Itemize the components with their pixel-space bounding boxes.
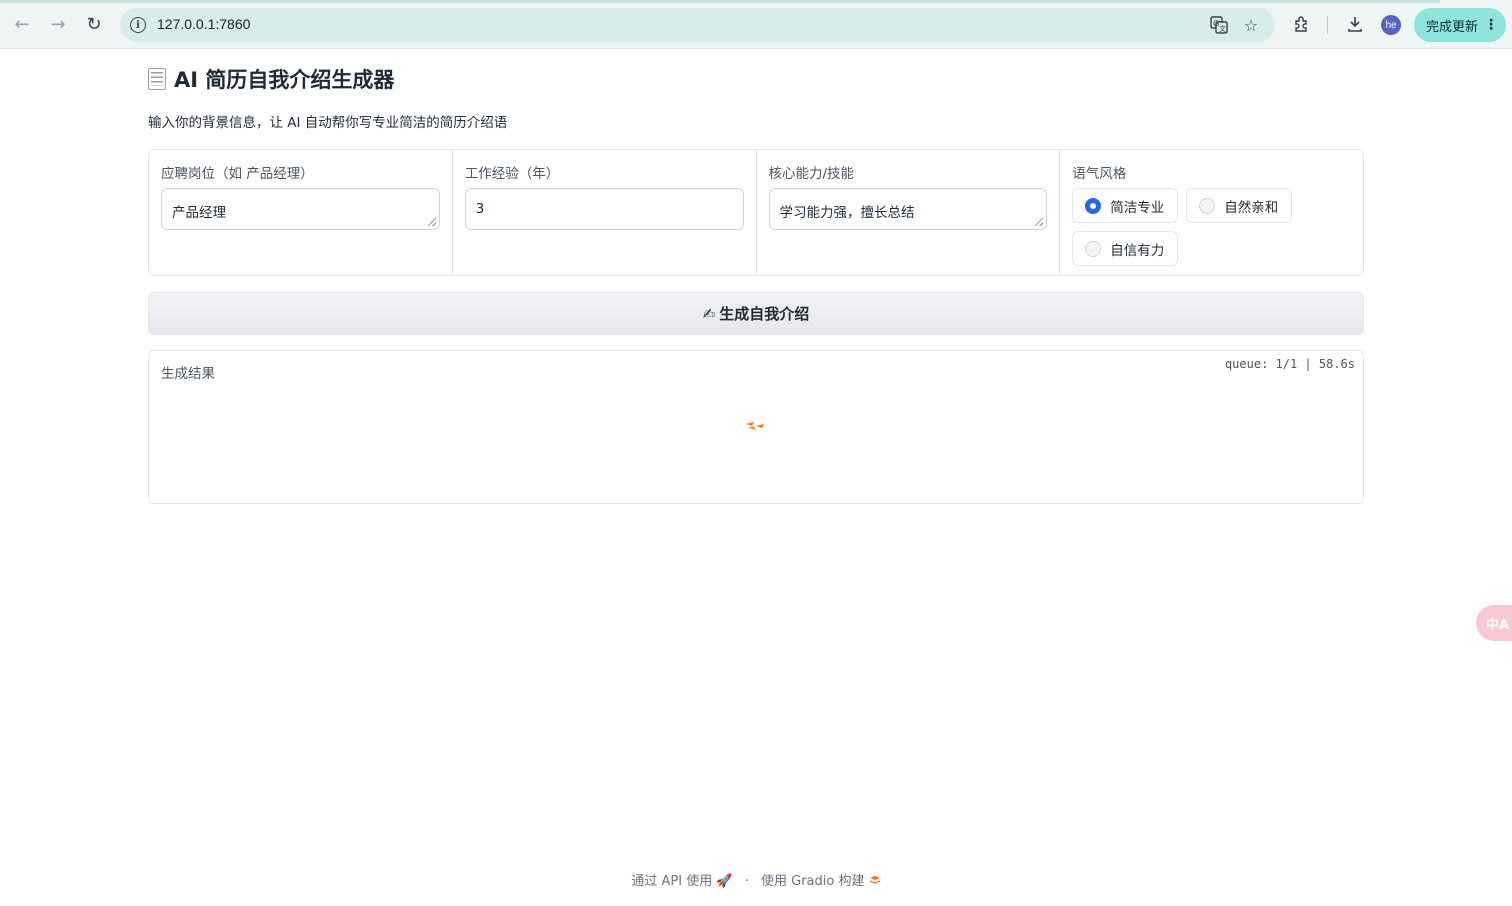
floating-translate-button[interactable]: 中A xyxy=(1476,605,1512,641)
output-panel: 生成结果 queue: 1/1 | 58.6s xyxy=(148,350,1364,504)
translate-icon[interactable]: G文 xyxy=(1209,16,1229,34)
experience-label: 工作经验（年） xyxy=(464,166,560,182)
tone-option-label: 自信有力 xyxy=(1110,242,1165,259)
skills-value: 学习能力强，擅长总结 xyxy=(779,205,915,221)
resize-handle-icon[interactable] xyxy=(427,218,436,226)
skills-field: 核心能力/技能 学习能力强，擅长总结 xyxy=(757,150,1061,275)
info-icon[interactable]: i xyxy=(130,17,146,33)
footer-separator: · xyxy=(744,874,749,889)
generate-button[interactable]: ✍ 生成自我介绍 xyxy=(148,292,1364,335)
back-icon[interactable]: ← xyxy=(10,12,34,36)
profile-avatar[interactable]: he xyxy=(1381,15,1401,35)
rocket-icon: 🚀 xyxy=(716,874,733,889)
api-link[interactable]: 通过 API 使用 xyxy=(631,874,712,889)
update-button-label: 完成更新 xyxy=(1426,19,1479,35)
tone-option-natural[interactable]: 自然亲和 xyxy=(1186,188,1293,223)
browser-toolbar: ← → ↻ i 127.0.0.1:7860 G文 ☆ he 完成更新 ⋮ xyxy=(0,0,1512,49)
page-load-progress xyxy=(0,0,1440,3)
output-label: 生成结果 xyxy=(161,366,215,382)
bookmark-star-icon[interactable]: ☆ xyxy=(1241,16,1261,35)
experience-value: 3 xyxy=(475,201,485,217)
update-button[interactable]: 完成更新 ⋮ xyxy=(1414,8,1506,42)
tone-label: 语气风格 xyxy=(1072,166,1127,182)
experience-input[interactable]: 3 xyxy=(464,188,744,230)
address-bar[interactable]: i 127.0.0.1:7860 G文 ☆ xyxy=(120,8,1275,42)
writing-hand-icon: ✍ xyxy=(702,304,716,323)
skills-label: 核心能力/技能 xyxy=(768,166,855,182)
reload-icon[interactable]: ↻ xyxy=(82,12,106,36)
toolbar-divider xyxy=(1327,16,1328,34)
download-icon[interactable] xyxy=(1344,13,1366,35)
page-subtitle: 输入你的背景信息，让 AI 自动帮你写专业简洁的简历介绍语 xyxy=(148,115,508,131)
document-icon xyxy=(148,68,166,90)
svg-text:文: 文 xyxy=(1219,24,1226,33)
tone-field: 语气风格 简洁专业 自然亲和 自信有力 xyxy=(1060,150,1363,275)
tone-option-confident[interactable]: 自信有力 xyxy=(1072,231,1179,266)
page-title: AI 简历自我介绍生成器 xyxy=(148,64,394,94)
position-value: 产品经理 xyxy=(172,205,226,221)
radio-unselected-icon[interactable] xyxy=(1199,197,1216,214)
page-title-text: AI 简历自我介绍生成器 xyxy=(174,68,395,92)
tone-option-label: 简洁专业 xyxy=(1110,199,1165,216)
experience-field: 工作经验（年） 3 xyxy=(453,150,757,275)
input-panel: 应聘岗位（如 产品经理） 产品经理 工作经验（年） 3 核心能力/技能 学习能力… xyxy=(148,149,1364,276)
tone-option-concise[interactable]: 简洁专业 xyxy=(1072,188,1179,223)
loading-spinner-icon xyxy=(746,422,764,430)
extensions-icon[interactable] xyxy=(1291,13,1313,35)
tone-radio-group: 简洁专业 自然亲和 自信有力 xyxy=(1072,188,1351,266)
tone-option-label: 自然亲和 xyxy=(1224,199,1279,216)
position-label: 应聘岗位（如 产品经理） xyxy=(161,166,314,182)
footer: 通过 API 使用 🚀 · 使用 Gradio 构建 xyxy=(0,870,1512,889)
position-field: 应聘岗位（如 产品经理） 产品经理 xyxy=(149,150,453,275)
menu-kebab-icon[interactable]: ⋮ xyxy=(1484,17,1498,33)
generate-button-label: 生成自我介绍 xyxy=(719,305,810,323)
queue-status: queue: 1/1 | 58.6s xyxy=(1224,357,1355,371)
gradio-logo-icon xyxy=(869,874,881,889)
url-text[interactable]: 127.0.0.1:7860 xyxy=(157,16,250,32)
position-input[interactable]: 产品经理 xyxy=(161,188,440,230)
resize-handle-icon[interactable] xyxy=(1035,218,1044,226)
radio-unselected-icon[interactable] xyxy=(1085,240,1102,257)
forward-icon[interactable]: → xyxy=(46,12,70,36)
radio-selected-icon[interactable] xyxy=(1085,197,1102,214)
skills-input[interactable]: 学习能力强，擅长总结 xyxy=(768,188,1048,230)
gradio-link[interactable]: 使用 Gradio 构建 xyxy=(761,874,864,889)
